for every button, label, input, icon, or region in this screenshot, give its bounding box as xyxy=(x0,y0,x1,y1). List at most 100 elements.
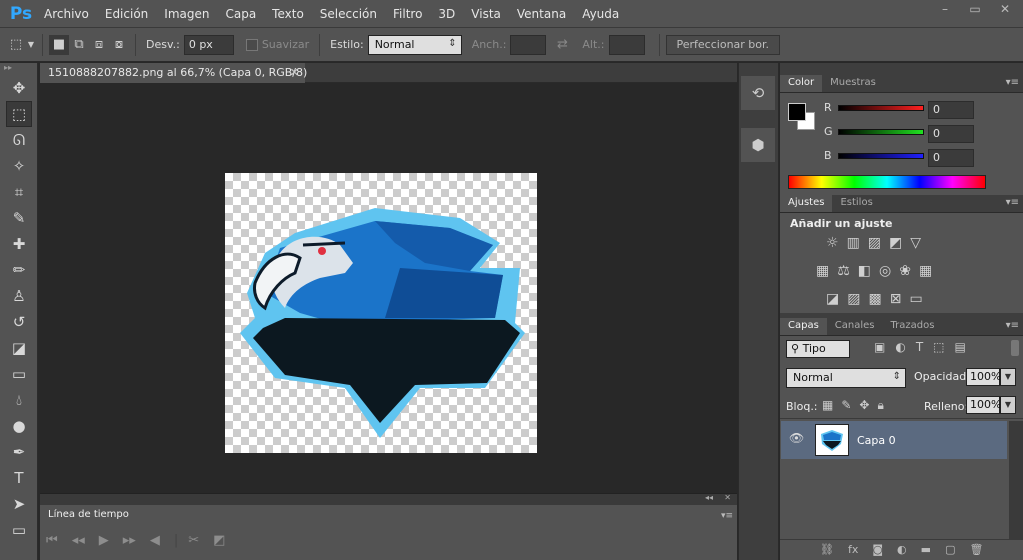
filter-toggle[interactable] xyxy=(1011,340,1019,356)
blue-gradient-bar[interactable] xyxy=(838,152,924,159)
color-balance-icon[interactable]: ⚖ xyxy=(837,263,850,279)
minimize-button[interactable]: – xyxy=(931,0,959,18)
transition-icon[interactable]: ◩ xyxy=(213,533,225,548)
clone-stamp-icon[interactable]: ♙ xyxy=(0,283,38,309)
tab-muestras[interactable]: Muestras xyxy=(822,75,884,92)
green-gradient-bar[interactable] xyxy=(838,128,924,135)
lock-position-icon[interactable]: ✥ xyxy=(859,398,869,413)
menu-vista[interactable]: Vista xyxy=(463,7,509,21)
layer-filter-select[interactable]: ⚲ Tipo xyxy=(786,340,850,358)
document-canvas[interactable] xyxy=(225,173,537,453)
swap-icon[interactable]: ⇄ xyxy=(552,35,572,55)
rectangle-icon[interactable]: ▭ xyxy=(0,517,38,543)
properties-panel-button[interactable]: ⬢ xyxy=(741,128,775,162)
trash-icon[interactable]: 🗑︎ xyxy=(969,543,983,556)
menu-imagen[interactable]: Imagen xyxy=(156,7,217,21)
type-filter-icon[interactable]: T xyxy=(916,340,923,354)
crop-icon[interactable]: ⌗ xyxy=(0,179,38,205)
add-mask-icon[interactable]: ◙ xyxy=(872,543,883,556)
width-input[interactable] xyxy=(510,34,547,55)
lock-all-icon[interactable]: 🔒︎ xyxy=(877,398,883,413)
levels-icon[interactable]: ▥ xyxy=(847,235,860,251)
menu-archivo[interactable]: Archivo xyxy=(36,7,97,21)
close-button[interactable]: ✕ xyxy=(991,0,1019,18)
vibrance-icon[interactable]: ▽ xyxy=(910,235,921,251)
layer-name[interactable]: Capa 0 xyxy=(857,434,896,447)
marquee-icon[interactable]: ⬚ xyxy=(6,101,32,127)
eye-icon[interactable]: 👁︎ xyxy=(789,431,804,445)
smart-object-filter-icon[interactable]: ▤ xyxy=(955,340,966,354)
play-icon[interactable]: ▶ xyxy=(99,533,109,548)
eraser-icon[interactable]: ◪ xyxy=(0,335,38,361)
timeline-tab[interactable]: Línea de tiempo xyxy=(42,507,135,525)
menu-ayuda[interactable]: Ayuda xyxy=(574,7,627,21)
posterize-icon[interactable]: ▨ xyxy=(847,291,860,307)
style-select[interactable]: Normal xyxy=(367,34,462,55)
feather-input[interactable]: 0 px xyxy=(183,34,234,55)
history-panel-button[interactable]: ⟲ xyxy=(741,76,775,110)
history-brush-icon[interactable]: ↺ xyxy=(0,309,38,335)
eyedropper-icon[interactable]: ✎ xyxy=(0,205,38,231)
layer-row[interactable]: 👁︎ Capa 0 xyxy=(781,421,1007,459)
close-icon[interactable]: ✕ xyxy=(724,493,731,502)
green-slider[interactable]: G xyxy=(824,125,924,138)
color-lookup-icon[interactable]: ▦ xyxy=(919,263,932,279)
layers-scrollbar[interactable] xyxy=(1009,421,1023,551)
new-selection-icon[interactable]: ■ xyxy=(49,34,69,55)
brightness-icon[interactable]: ☼ xyxy=(826,235,839,251)
menu-texto[interactable]: Texto xyxy=(264,7,312,21)
channel-mixer-icon[interactable]: ❀ xyxy=(899,263,911,279)
hue-saturation-icon[interactable]: ▦ xyxy=(816,263,829,279)
invert-icon[interactable]: ◪ xyxy=(826,291,839,307)
black-white-icon[interactable]: ◧ xyxy=(858,263,871,279)
panel-menu-icon[interactable]: ▾≡ xyxy=(1006,197,1019,208)
path-select-icon[interactable]: ➤ xyxy=(0,491,38,517)
pixel-filter-icon[interactable]: ▣ xyxy=(874,340,885,354)
tab-color[interactable]: Color xyxy=(780,75,823,92)
new-group-icon[interactable]: ▬ xyxy=(921,543,931,556)
link-layers-icon[interactable]: ⛓ xyxy=(820,543,834,556)
blur-icon[interactable]: 💧︎ xyxy=(0,387,38,413)
tab-canales[interactable]: Canales xyxy=(827,318,883,335)
menu-edicion[interactable]: Edición xyxy=(97,7,156,21)
new-adjustment-icon[interactable]: ◐ xyxy=(897,543,907,556)
blue-value-input[interactable]: 0 xyxy=(928,149,974,167)
chevron-down-icon[interactable]: ▼ xyxy=(1000,368,1016,386)
next-frame-icon[interactable]: ▸▸ xyxy=(123,533,136,548)
magic-wand-icon[interactable]: ✧ xyxy=(0,153,38,179)
antialias-checkbox[interactable] xyxy=(245,38,258,51)
close-tab-icon[interactable]: ✕ xyxy=(290,66,299,79)
chevron-down-icon[interactable]: ▼ xyxy=(1000,396,1016,414)
collapse-icon[interactable]: ▸▸ xyxy=(0,63,37,75)
intersect-selection-icon[interactable]: ⧇ xyxy=(109,35,129,55)
height-input[interactable] xyxy=(608,34,645,55)
menu-filtro[interactable]: Filtro xyxy=(385,7,430,21)
pen-icon[interactable]: ✒ xyxy=(0,439,38,465)
new-layer-icon[interactable]: ▢ xyxy=(945,543,955,556)
prev-frame-icon[interactable]: ◂◂ xyxy=(72,533,85,548)
gradient-map-icon[interactable]: ▭ xyxy=(909,291,922,307)
selective-color-icon[interactable]: ⊠ xyxy=(890,291,902,307)
shape-filter-icon[interactable]: ⬚ xyxy=(933,340,944,354)
panel-menu-icon[interactable]: ▾≡ xyxy=(721,511,733,521)
adjustment-filter-icon[interactable]: ◐ xyxy=(895,340,905,354)
blend-mode-select[interactable]: Normal xyxy=(786,368,906,388)
fill-input[interactable]: 100% xyxy=(966,396,1001,414)
lock-transparency-icon[interactable]: ▦ xyxy=(822,398,833,413)
photo-filter-icon[interactable]: ◎ xyxy=(879,263,891,279)
menu-seleccion[interactable]: Selección xyxy=(312,7,385,21)
move-icon[interactable]: ✥ xyxy=(0,75,38,101)
menu-capa[interactable]: Capa xyxy=(217,7,264,21)
gradient-icon[interactable]: ▭ xyxy=(0,361,38,387)
lock-pixels-icon[interactable]: ✎ xyxy=(841,398,851,413)
fx-icon[interactable]: fx xyxy=(848,543,858,556)
brush-icon[interactable]: ✏ xyxy=(0,257,38,283)
panel-menu-icon[interactable]: ▾≡ xyxy=(1006,77,1019,88)
opacity-input[interactable]: 100% xyxy=(966,368,1001,386)
tab-estilos[interactable]: Estilos xyxy=(832,195,880,212)
split-icon[interactable]: ✂ xyxy=(188,533,199,548)
healing-brush-icon[interactable]: ✚ xyxy=(0,231,38,257)
color-spectrum[interactable] xyxy=(788,175,986,189)
collapse-icon[interactable]: ◂◂ xyxy=(705,493,713,502)
green-value-input[interactable]: 0 xyxy=(928,125,974,143)
